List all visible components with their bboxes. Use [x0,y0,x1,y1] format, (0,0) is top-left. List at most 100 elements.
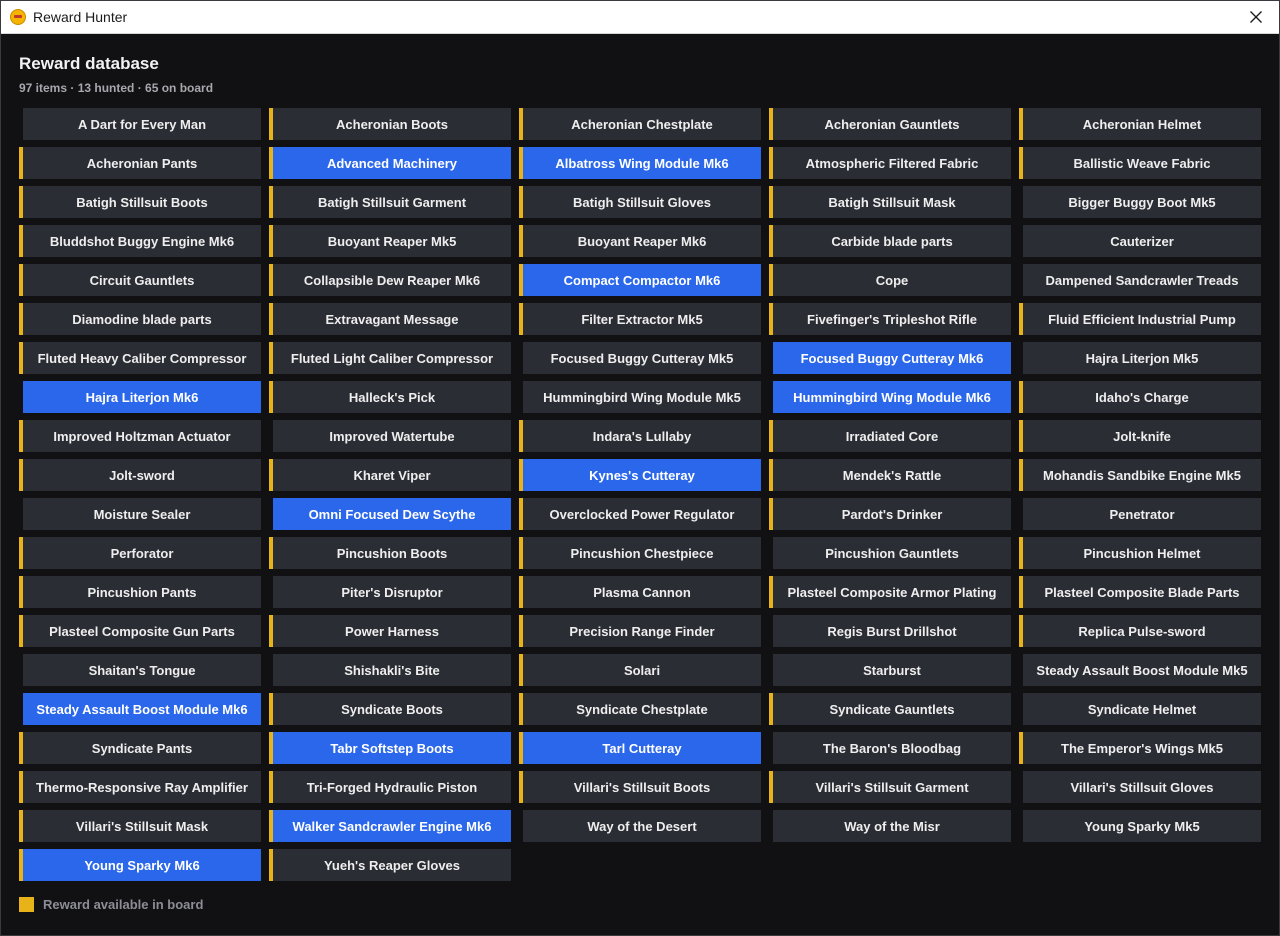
reward-item[interactable]: Advanced Machinery [269,147,511,179]
reward-item[interactable]: Replica Pulse-sword [1019,615,1261,647]
reward-item[interactable]: Fivefinger's Tripleshot Rifle [769,303,1011,335]
reward-item[interactable]: Syndicate Chestplate [519,693,761,725]
reward-item[interactable]: Acheronian Helmet [1019,108,1261,140]
reward-item[interactable]: Moisture Sealer [19,498,261,530]
reward-item[interactable]: Atmospheric Filtered Fabric [769,147,1011,179]
reward-item[interactable]: Hajra Literjon Mk6 [19,381,261,413]
reward-item[interactable]: Penetrator [1019,498,1261,530]
reward-item[interactable]: Acheronian Chestplate [519,108,761,140]
reward-item[interactable]: Cauterizer [1019,225,1261,257]
reward-item[interactable]: Pincushion Pants [19,576,261,608]
reward-item[interactable]: Batigh Stillsuit Boots [19,186,261,218]
reward-item[interactable]: Jolt-knife [1019,420,1261,452]
reward-item[interactable]: Acheronian Boots [269,108,511,140]
reward-item[interactable]: Perforator [19,537,261,569]
reward-item[interactable]: Pincushion Helmet [1019,537,1261,569]
reward-item[interactable]: Piter's Disruptor [269,576,511,608]
reward-item[interactable]: Way of the Desert [519,810,761,842]
reward-item[interactable]: Pincushion Chestpiece [519,537,761,569]
reward-item[interactable]: Plasma Cannon [519,576,761,608]
reward-item[interactable]: Syndicate Pants [19,732,261,764]
reward-item[interactable]: The Emperor's Wings Mk5 [1019,732,1261,764]
reward-item[interactable]: Focused Buggy Cutteray Mk6 [769,342,1011,374]
reward-item[interactable]: Compact Compactor Mk6 [519,264,761,296]
reward-item[interactable]: Fluid Efficient Industrial Pump [1019,303,1261,335]
reward-item[interactable]: Tabr Softstep Boots [269,732,511,764]
reward-item[interactable]: Plasteel Composite Gun Parts [19,615,261,647]
reward-item[interactable]: Walker Sandcrawler Engine Mk6 [269,810,511,842]
reward-item[interactable]: Hummingbird Wing Module Mk6 [769,381,1011,413]
reward-item[interactable]: Solari [519,654,761,686]
reward-item[interactable]: Improved Watertube [269,420,511,452]
reward-item[interactable]: Shishakli's Bite [269,654,511,686]
reward-item[interactable]: Collapsible Dew Reaper Mk6 [269,264,511,296]
reward-item[interactable]: Kynes's Cutteray [519,459,761,491]
reward-item[interactable]: Batigh Stillsuit Gloves [519,186,761,218]
reward-item[interactable]: Omni Focused Dew Scythe [269,498,511,530]
reward-item[interactable]: Tarl Cutteray [519,732,761,764]
reward-item[interactable]: Hummingbird Wing Module Mk5 [519,381,761,413]
reward-item[interactable]: Buoyant Reaper Mk5 [269,225,511,257]
reward-item[interactable]: Jolt-sword [19,459,261,491]
reward-item[interactable]: Circuit Gauntlets [19,264,261,296]
page-title: Reward database [19,54,159,73]
reward-item[interactable]: Syndicate Gauntlets [769,693,1011,725]
reward-item[interactable]: Pincushion Gauntlets [769,537,1011,569]
reward-item[interactable]: Acheronian Pants [19,147,261,179]
reward-item[interactable]: Extravagant Message [269,303,511,335]
close-button[interactable] [1233,1,1279,33]
reward-item[interactable]: Fluted Light Caliber Compressor [269,342,511,374]
reward-item[interactable]: Bluddshot Buggy Engine Mk6 [19,225,261,257]
reward-item[interactable]: Plasteel Composite Blade Parts [1019,576,1261,608]
reward-item[interactable]: Kharet Viper [269,459,511,491]
reward-item[interactable]: Batigh Stillsuit Garment [269,186,511,218]
title-bar[interactable]: Reward Hunter [1,1,1279,34]
reward-item[interactable]: Acheronian Gauntlets [769,108,1011,140]
reward-item[interactable]: Batigh Stillsuit Mask [769,186,1011,218]
reward-item[interactable]: Steady Assault Boost Module Mk6 [19,693,261,725]
reward-item[interactable]: Filter Extractor Mk5 [519,303,761,335]
reward-item[interactable]: Halleck's Pick [269,381,511,413]
reward-item[interactable]: Way of the Misr [769,810,1011,842]
reward-item[interactable]: Albatross Wing Module Mk6 [519,147,761,179]
reward-item[interactable]: Improved Holtzman Actuator [19,420,261,452]
reward-item[interactable]: Buoyant Reaper Mk6 [519,225,761,257]
reward-item[interactable]: Starburst [769,654,1011,686]
reward-item[interactable]: Cope [769,264,1011,296]
reward-item[interactable]: Idaho's Charge [1019,381,1261,413]
reward-item[interactable]: Irradiated Core [769,420,1011,452]
reward-item[interactable]: Dampened Sandcrawler Treads [1019,264,1261,296]
reward-item[interactable]: Villari's Stillsuit Garment [769,771,1011,803]
reward-item[interactable]: Young Sparky Mk5 [1019,810,1261,842]
reward-item[interactable]: Mendek's Rattle [769,459,1011,491]
reward-item[interactable]: Thermo-Responsive Ray Amplifier [19,771,261,803]
reward-item[interactable]: Pincushion Boots [269,537,511,569]
reward-item[interactable]: Steady Assault Boost Module Mk5 [1019,654,1261,686]
reward-item[interactable]: Shaitan's Tongue [19,654,261,686]
reward-item[interactable]: A Dart for Every Man [19,108,261,140]
reward-item[interactable]: Mohandis Sandbike Engine Mk5 [1019,459,1261,491]
reward-item[interactable]: Fluted Heavy Caliber Compressor [19,342,261,374]
reward-item[interactable]: Focused Buggy Cutteray Mk5 [519,342,761,374]
reward-item[interactable]: Diamodine blade parts [19,303,261,335]
reward-item[interactable]: Villari's Stillsuit Mask [19,810,261,842]
reward-item[interactable]: Regis Burst Drillshot [769,615,1011,647]
reward-item[interactable]: Overclocked Power Regulator [519,498,761,530]
reward-item[interactable]: Ballistic Weave Fabric [1019,147,1261,179]
reward-item[interactable]: Tri-Forged Hydraulic Piston [269,771,511,803]
reward-item[interactable]: The Baron's Bloodbag [769,732,1011,764]
reward-item[interactable]: Carbide blade parts [769,225,1011,257]
reward-item[interactable]: Pardot's Drinker [769,498,1011,530]
reward-item[interactable]: Power Harness [269,615,511,647]
reward-item[interactable]: Hajra Literjon Mk5 [1019,342,1261,374]
reward-item[interactable]: Young Sparky Mk6 [19,849,261,881]
reward-item[interactable]: Indara's Lullaby [519,420,761,452]
reward-item[interactable]: Yueh's Reaper Gloves [269,849,511,881]
reward-item[interactable]: Plasteel Composite Armor Plating [769,576,1011,608]
reward-item[interactable]: Syndicate Boots [269,693,511,725]
reward-item[interactable]: Syndicate Helmet [1019,693,1261,725]
reward-item[interactable]: Bigger Buggy Boot Mk5 [1019,186,1261,218]
reward-item[interactable]: Villari's Stillsuit Boots [519,771,761,803]
reward-item[interactable]: Villari's Stillsuit Gloves [1019,771,1261,803]
reward-item[interactable]: Precision Range Finder [519,615,761,647]
